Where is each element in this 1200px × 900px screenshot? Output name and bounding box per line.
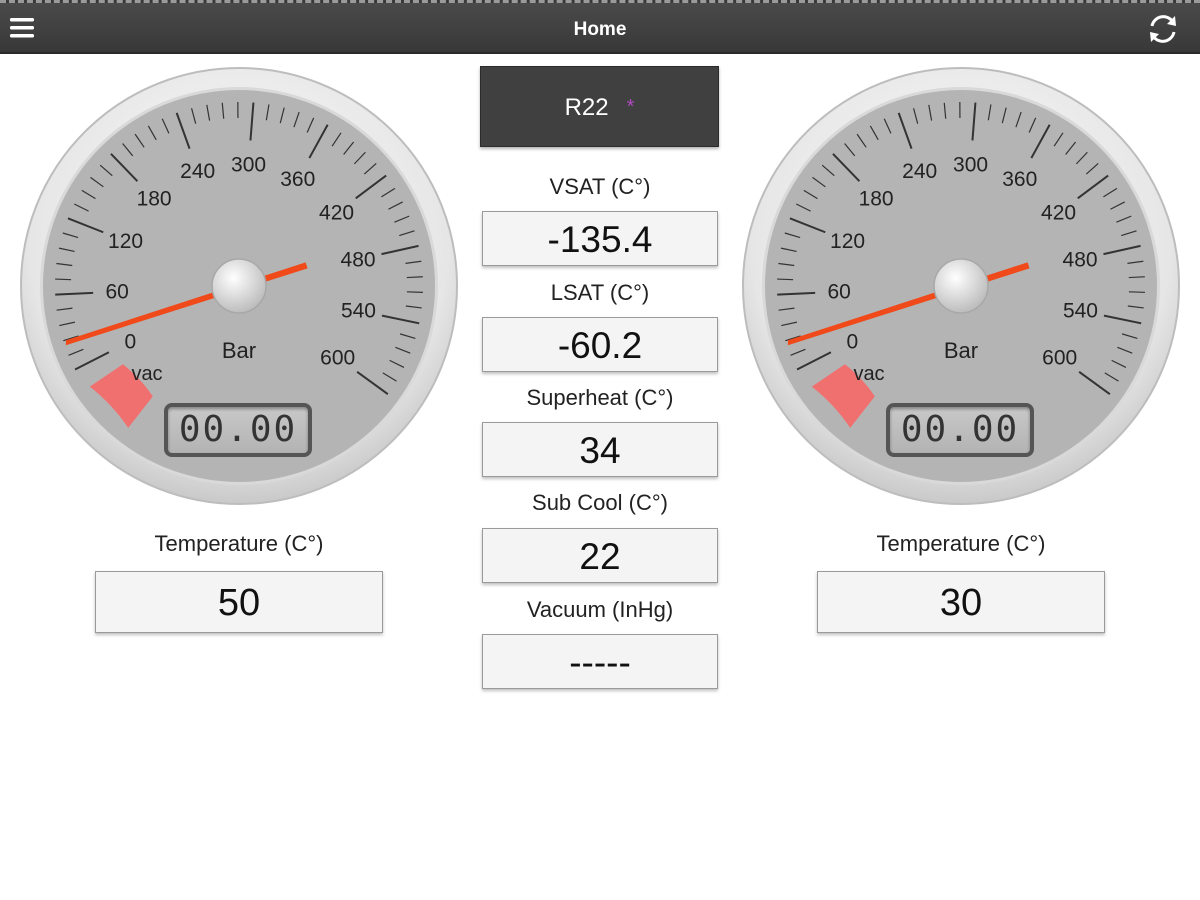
left-temperature-input[interactable]: 50 — [95, 571, 383, 633]
refresh-button[interactable] — [1146, 12, 1180, 46]
superheat-value: 34 — [482, 422, 718, 477]
gauge-unit-label: Bar — [222, 338, 256, 363]
lcd-display: 00.00 — [886, 403, 1034, 457]
gauge-unit-label: Bar — [944, 338, 978, 363]
gauge-tick-label: 240 — [180, 160, 215, 183]
gauge-tick-label: 420 — [319, 202, 354, 225]
gauge-tick-label: 0 — [124, 330, 136, 353]
right-temperature-input[interactable]: 30 — [817, 571, 1105, 633]
gauge-tick-label: 480 — [1063, 248, 1098, 271]
gauge-tick-label: 0 — [846, 330, 858, 353]
lsat-value: -60.2 — [482, 317, 718, 372]
gauge-tick-label: 420 — [1041, 202, 1076, 225]
gauge-tick-label: 540 — [341, 300, 376, 323]
gauge-tick-label: 300 — [231, 153, 266, 176]
gauge-tick-label: 480 — [341, 248, 376, 271]
gauge-tick — [406, 276, 423, 279]
needle-cap — [933, 258, 989, 314]
left-pressure-gauge: 0 60 120 180 240 300 360 420 480 540 600 Bar vac 00.… — [19, 66, 459, 506]
vsat-label: VSAT (C°) — [549, 174, 651, 199]
page-title: Home — [573, 19, 627, 40]
gauge-tick-label: 600 — [320, 347, 355, 370]
gauge-tick-label: 180 — [859, 187, 894, 210]
gauge-tick-label: 600 — [1042, 347, 1077, 370]
refrigerant-name: R22 — [564, 94, 609, 121]
lsat-label: LSAT (C°) — [550, 280, 650, 305]
subcool-label: Sub Cool (C°) — [532, 490, 668, 515]
gauge-tick-label: 360 — [1002, 168, 1037, 191]
vac-label: vac — [853, 363, 884, 385]
gauge-tick — [1128, 276, 1145, 279]
gauge-tick-label: 60 — [105, 281, 128, 304]
left-temperature-label: Temperature (C°) — [154, 531, 324, 556]
refrigerant-marker: * — [626, 96, 635, 118]
gauge-tick — [55, 278, 72, 281]
gauge-tick-label: 240 — [902, 160, 937, 183]
refrigerant-selector[interactable]: R22 * — [480, 66, 719, 147]
gauge-tick-label: 120 — [830, 230, 865, 253]
superheat-label: Superheat (C°) — [526, 385, 674, 410]
gauge-tick — [406, 291, 423, 293]
top-bar: Home — [0, 0, 1200, 54]
lcd-display: 00.00 — [164, 403, 312, 457]
subcool-value: 22 — [482, 528, 718, 583]
gauge-tick-label: 360 — [280, 168, 315, 191]
vacuum-value: ----- — [482, 634, 718, 689]
gauge-tick-label: 120 — [108, 230, 143, 253]
gauge-tick-label: 300 — [953, 153, 988, 176]
gauge-tick-label: 180 — [137, 187, 172, 210]
refresh-icon — [1150, 15, 1176, 43]
vsat-value: -135.4 — [482, 211, 718, 266]
vacuum-label: Vacuum (InHg) — [526, 597, 674, 622]
gauge-tick-label: 60 — [827, 281, 850, 304]
gauge-tick-label: 540 — [1063, 300, 1098, 323]
needle-cap — [211, 258, 267, 314]
gauge-tick — [777, 278, 794, 281]
gauge-tick — [1128, 291, 1145, 293]
right-temperature-label: Temperature (C°) — [876, 531, 1046, 556]
right-pressure-gauge: 0 60 120 180 240 300 360 420 480 540 600 Bar vac 00.… — [741, 66, 1181, 506]
vac-label: vac — [131, 363, 162, 385]
